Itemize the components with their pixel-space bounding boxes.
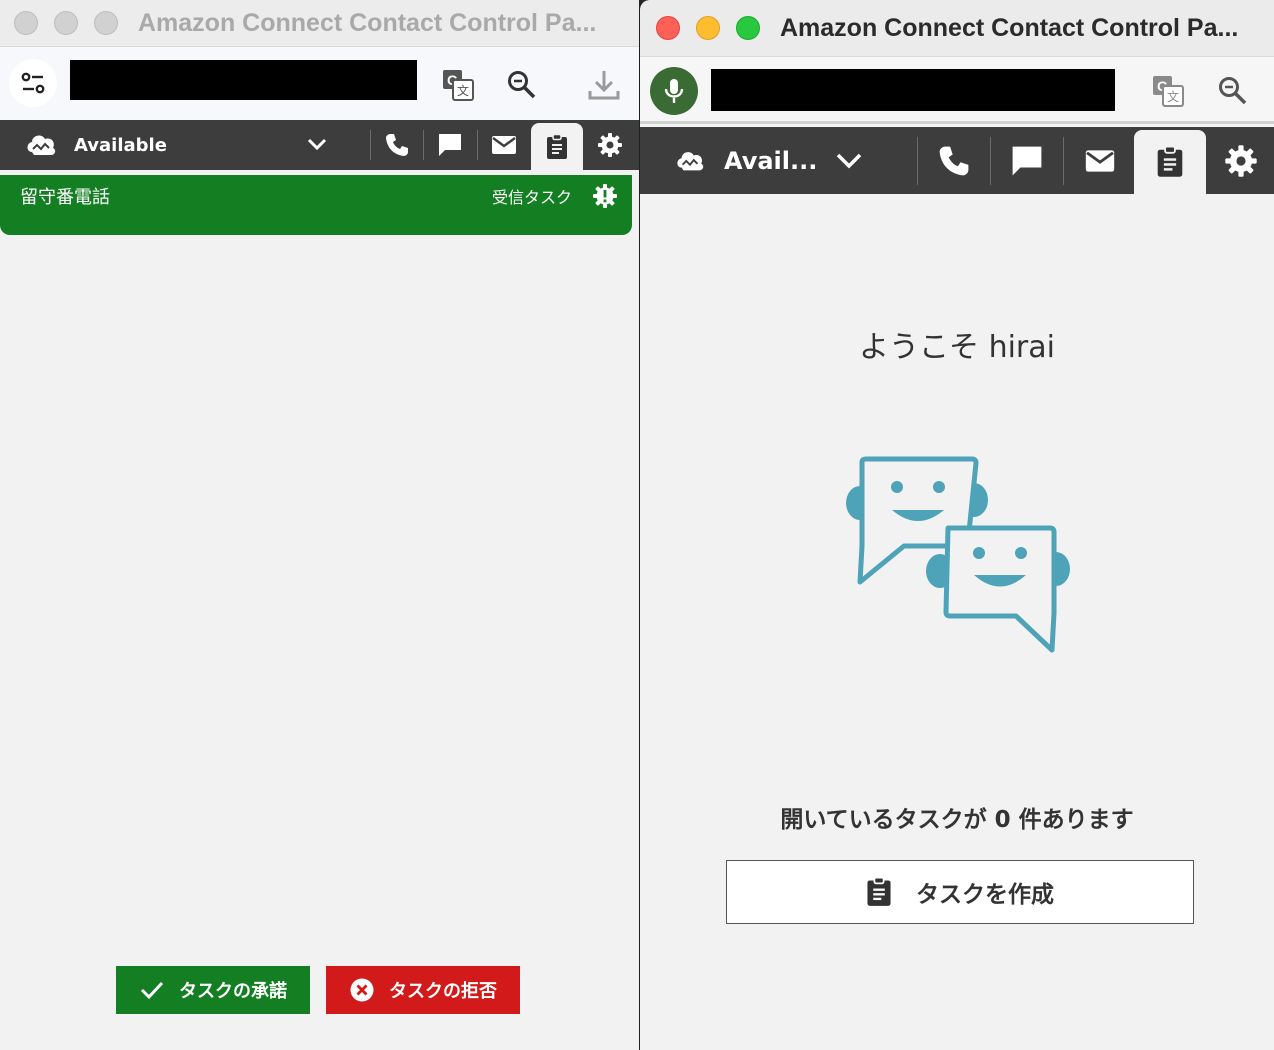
left-address-bar: G 文 [0,46,639,120]
close-window-button[interactable] [14,11,38,35]
chat-bubbles-illustration [846,456,1070,653]
controls-icon [21,72,45,94]
tab-task[interactable] [1134,130,1206,194]
microphone-button[interactable] [650,67,698,115]
welcome-message: ようこそ hirai [859,330,1055,365]
agent-status-dropdown[interactable]: Avail... [674,127,904,194]
svg-text:文: 文 [457,83,469,98]
url-field[interactable] [70,60,417,100]
microphone-icon [664,79,684,103]
open-tasks-count: 開いているタスクが 0 件あります [780,807,1134,833]
zoom-icon [1219,77,1247,105]
translate-icon: G 文 [1153,76,1184,107]
gear-icon [598,133,622,157]
left-ccp-nav: Available [0,120,639,170]
close-circle-icon [350,978,374,1002]
chat-icon [439,134,461,156]
reject-task-label: タスクの拒否 [389,981,497,1002]
tab-chat[interactable] [425,120,475,170]
tab-phone[interactable] [919,127,989,194]
cloud-status-icon [677,151,704,170]
email-icon [1085,149,1115,172]
window-title: Amazon Connect Contact Control Pa... [138,8,597,37]
zoom-button[interactable] [1212,71,1254,111]
chevron-down-icon [307,138,327,151]
site-controls-button[interactable] [9,59,57,107]
close-window-button[interactable] [656,16,680,40]
tab-chat[interactable] [992,127,1062,194]
cloud-status-icon [27,135,56,155]
minimize-window-button[interactable] [696,16,720,40]
nav-divider [1063,137,1064,185]
task-name: 留守番電話 [20,187,110,208]
accept-task-button[interactable]: タスクの承諾 [116,966,310,1014]
chat-icon [1012,146,1042,175]
right-address-bar: G 文 [640,56,1274,124]
task-icon [547,133,567,159]
url-field[interactable] [711,69,1115,111]
nav-divider [477,130,478,160]
right-ccp-nav: Avail... [640,127,1274,194]
tab-phone[interactable] [372,120,422,170]
incoming-task-banner: 留守番電話 受信タスク [0,175,632,235]
left-ccp-window: Amazon Connect Contact Control Pa... G 文 [0,0,639,1050]
create-task-label: タスクを作成 [916,882,1054,908]
check-icon [140,981,164,1000]
download-icon [588,71,620,100]
nav-divider [370,130,371,160]
zoom-button[interactable] [502,65,542,105]
right-title-bar: Amazon Connect Contact Control Pa... [640,0,1274,56]
nav-divider [917,137,918,185]
task-type-label: 受信タスク [492,188,573,207]
accept-task-label: タスクの承諾 [179,981,287,1002]
maximize-window-button[interactable] [736,16,760,40]
reject-task-button[interactable]: タスクの拒否 [326,966,520,1014]
phone-icon [386,134,408,156]
agent-status-dropdown[interactable]: Available [24,120,340,170]
chevron-down-icon [836,153,862,169]
minimize-window-button[interactable] [54,11,78,35]
tab-settings[interactable] [1208,127,1274,194]
left-title-bar: Amazon Connect Contact Control Pa... [0,0,639,46]
nav-divider [423,130,424,160]
alert-icon [593,184,617,208]
translate-button[interactable]: G 文 [1147,71,1189,111]
gear-icon [1225,144,1257,177]
tab-email[interactable] [1065,127,1135,194]
svg-text:文: 文 [1167,89,1179,104]
right-ccp-window: Amazon Connect Contact Control Pa... G 文 [640,0,1274,1050]
create-task-button[interactable]: タスクを作成 [726,860,1194,924]
translate-icon: G 文 [443,70,474,101]
agent-status-label: Avail... [724,146,818,175]
task-icon [1157,146,1183,177]
task-icon [867,877,891,906]
window-title: Amazon Connect Contact Control Pa... [780,13,1239,42]
tab-task[interactable] [531,123,583,170]
maximize-window-button[interactable] [94,11,118,35]
tab-settings[interactable] [586,120,634,170]
tab-email[interactable] [479,120,529,170]
zoom-icon [508,71,536,99]
agent-status-label: Available [74,134,167,156]
download-button[interactable] [582,65,626,105]
translate-button[interactable]: G 文 [438,65,478,105]
phone-icon [939,146,969,175]
nav-divider [990,137,991,185]
email-icon [492,136,516,154]
